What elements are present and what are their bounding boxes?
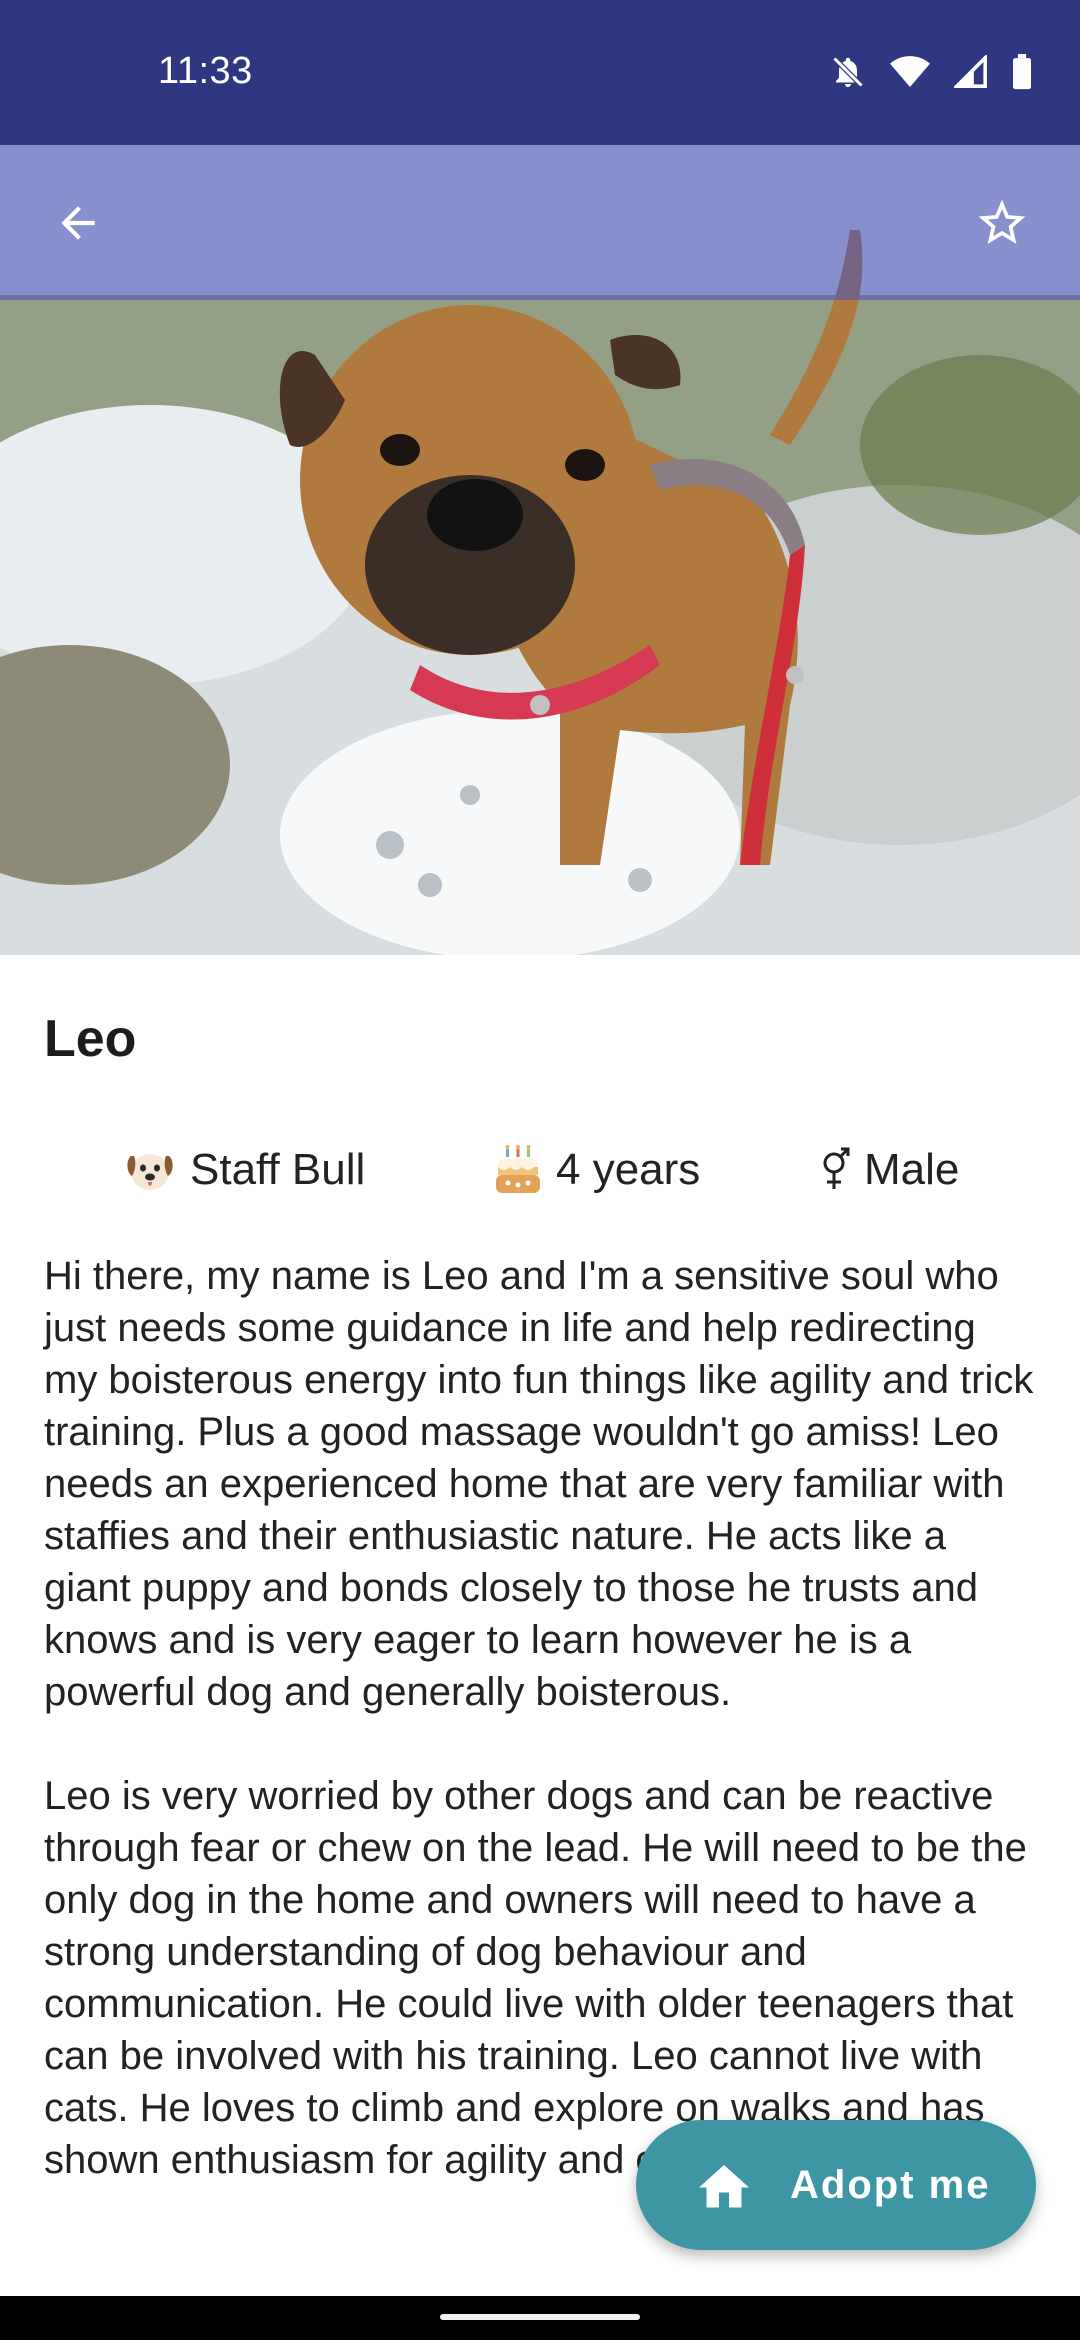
adopt-me-label: Adopt me — [790, 2162, 991, 2207]
signal-icon — [954, 55, 988, 89]
attribute-sex: Male — [820, 1145, 959, 1195]
status-time: 11:33 — [158, 50, 253, 92]
status-bar: 11:33 — [0, 0, 1080, 145]
dog-face-icon — [124, 1146, 176, 1194]
adopt-me-button[interactable]: Adopt me — [636, 2120, 1036, 2250]
attribute-breed: Staff Bull — [124, 1145, 365, 1195]
pet-description: Hi there, my name is Leo and I'm a sensi… — [44, 1250, 1036, 2238]
gender-symbol-icon — [820, 1147, 850, 1193]
home-icon — [694, 2157, 754, 2213]
navigation-bar — [0, 2296, 1080, 2340]
favorite-button[interactable] — [964, 185, 1040, 261]
status-icons — [830, 54, 1032, 90]
birthday-cake-icon — [494, 1145, 542, 1195]
breed-label: Staff Bull — [190, 1145, 366, 1194]
pet-attributes: Staff Bull 4 years Male — [44, 1145, 1036, 1205]
home-gesture-handle[interactable] — [440, 2314, 640, 2320]
sex-label: Male — [864, 1145, 960, 1194]
top-app-bar — [0, 145, 1080, 300]
notifications-off-icon — [830, 54, 866, 90]
star-outline-icon — [978, 199, 1026, 244]
back-button[interactable] — [40, 185, 116, 261]
attribute-age: 4 years — [494, 1145, 700, 1195]
wifi-icon — [890, 55, 930, 89]
arrow-back-icon — [61, 206, 95, 240]
battery-icon — [1012, 54, 1032, 90]
age-label: 4 years — [556, 1145, 701, 1194]
description-paragraph: Hi there, my name is Leo and I'm a sensi… — [44, 1254, 1034, 1714]
pet-name: Leo — [44, 1010, 137, 1068]
